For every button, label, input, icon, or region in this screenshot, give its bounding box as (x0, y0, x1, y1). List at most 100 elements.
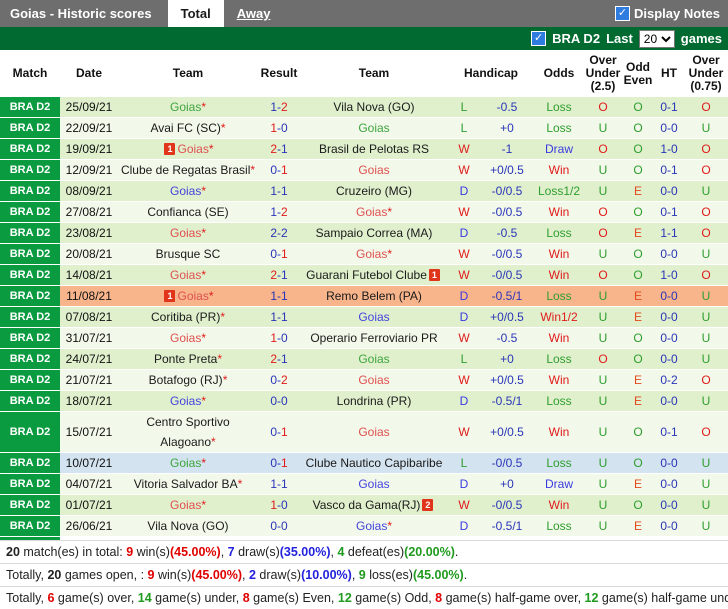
team-name: Confianca (SE) (147, 205, 229, 219)
date-cell: 01/07/21 (60, 494, 118, 516)
ht-cell: 0-0 (654, 515, 685, 537)
table-row: BRA D2 18/07/21 Goias* 0-0 Londrina (PR) D -0.… (0, 390, 728, 412)
odds-cell: Win (534, 159, 585, 181)
footer-text: 6 (47, 591, 55, 605)
team-name: Goias (169, 268, 202, 282)
over-under-075-cell: U (684, 515, 728, 537)
column-header: Over Under (0.75) (684, 50, 728, 97)
away-team-cell: Cruzeiro (MG) (300, 180, 448, 202)
footer-text: game(s) Even, (249, 591, 338, 605)
league-checkbox[interactable]: ✓ (531, 31, 547, 46)
odd-even-cell: O (622, 494, 655, 516)
home-team-asterisk: * (387, 247, 393, 261)
tab-away[interactable]: Away (224, 0, 284, 27)
league-badge: BRA D2 (0, 515, 60, 537)
team-name: Vila Nova (GO) (333, 100, 415, 114)
away-team-cell: Goias* (300, 515, 448, 537)
panel-title: Goias - Historic scores (10, 6, 152, 21)
handicap-cell: -0/0.5 (480, 264, 535, 286)
over-under-075-cell: O (684, 411, 728, 453)
league-badge: BRA D2 (0, 348, 60, 370)
score-cell: 1-1 (258, 285, 300, 307)
table-row: BRA D2 19/09/21 1 Goias* 2-1 Brasil de Pelota… (0, 138, 728, 160)
over-under-25-cell: U (584, 243, 623, 265)
footer-text: game(s) Odd, (351, 591, 436, 605)
table-row: BRA D2 20/08/21 Brusque SC 0-1 Goias* W -0/0.5… (0, 243, 728, 265)
score-cell: 2-1 (258, 348, 300, 370)
home-team-cell: Clube de Regatas Brasil* (118, 159, 258, 181)
team-name: Goias (355, 247, 388, 261)
odds-cell: Win (534, 369, 585, 391)
table-row: BRA D2 23/08/21 Goias* 2-2 Sampaio Correa (M… (0, 222, 728, 244)
column-header: Over Under (2.5) (584, 50, 623, 97)
score-away: 0 (281, 394, 288, 408)
odd-even-cell: E (622, 515, 655, 537)
red-card-icon: 1 (428, 269, 440, 281)
ht-cell: 0-1 (654, 201, 685, 223)
score-cell: 1-2 (258, 97, 300, 118)
handicap-cell: +0/0.5 (480, 369, 535, 391)
away-team-cell: Goias* (300, 243, 448, 265)
over-under-075-cell: O (684, 201, 728, 223)
table-row: BRA D2 22/09/21 Avai FC (SC)* 1-0 Goias L +0 Lo… (0, 117, 728, 139)
odd-even-cell: O (622, 452, 655, 474)
home-team-cell: Goias* (118, 180, 258, 202)
score-cell: 0-0 (258, 515, 300, 537)
over-under-25-cell: O (584, 222, 623, 244)
over-under-075-cell: U (684, 243, 728, 265)
footer-text: (45.00%) (412, 568, 464, 582)
over-under-25-cell: U (584, 515, 623, 537)
red-card-icon: 1 (164, 290, 176, 302)
away-team-cell: Operario Ferroviario PR (300, 327, 448, 349)
odds-cell: Win (534, 264, 585, 286)
home-team-cell: Goias* (118, 390, 258, 412)
footer-text: win(s) (133, 545, 170, 559)
footer-text: match(es) in total: (19, 545, 127, 559)
away-team-cell: Goias (300, 348, 448, 370)
handicap-cell: +0 (480, 473, 535, 495)
over-under-075-cell: U (684, 117, 728, 139)
tab-total[interactable]: Total (167, 0, 224, 27)
table-row: BRA D2 25/09/21 Goias* 1-2 Vila Nova (GO) L -0… (0, 97, 728, 118)
odd-even-cell: O (622, 348, 655, 370)
home-team-cell: Goias* (118, 97, 258, 118)
team-name: Goias (358, 121, 390, 135)
result-letter-cell: W (448, 201, 480, 223)
last-games-select[interactable]: 20 (638, 29, 675, 48)
handicap-cell: -0.5 (480, 327, 535, 349)
league-badge: BRA D2 (0, 201, 60, 223)
handicap-cell: -0.5 (480, 222, 535, 244)
score-cell: 2-1 (258, 138, 300, 160)
team-name: Guarani Futebol Clube (306, 268, 427, 282)
odd-even-cell: O (622, 264, 655, 286)
odds-cell: Win (534, 327, 585, 349)
team-name: Goias (169, 394, 202, 408)
home-team-cell: Botafogo (RJ)* (118, 369, 258, 391)
score-home: 0 (270, 519, 277, 533)
over-under-25-cell: O (584, 138, 623, 160)
away-team-cell: Goias (300, 117, 448, 139)
date-cell: 07/08/21 (60, 306, 118, 328)
team-name: Goias (358, 352, 390, 366)
score-home: 2 (270, 352, 277, 366)
odds-cell: Win (534, 411, 585, 453)
league-badge: BRA D2 (0, 327, 60, 349)
odds-cell: Loss (534, 452, 585, 474)
home-team-asterisk: * (217, 352, 223, 366)
display-notes-checkbox[interactable]: ✓ (615, 6, 631, 21)
home-team-cell: Brusque SC (118, 243, 258, 265)
games-label: games (680, 31, 722, 46)
column-header: Result (258, 50, 300, 97)
score-away: 1 (281, 289, 288, 303)
league-badge: BRA D2 (0, 390, 60, 412)
odds-cell: Loss (534, 348, 585, 370)
home-team-cell: Goias* (118, 264, 258, 286)
odd-even-cell: O (622, 201, 655, 223)
ht-cell: 0-1 (654, 159, 685, 181)
over-under-075-cell: U (684, 327, 728, 349)
display-notes-toggle[interactable]: ✓ Display Notes (615, 0, 728, 27)
away-team-cell: Sampaio Correa (MA) (300, 222, 448, 244)
home-team-cell: Coritiba (PR)* (118, 306, 258, 328)
result-letter-cell: D (448, 515, 480, 537)
odd-even-cell: O (622, 411, 655, 453)
